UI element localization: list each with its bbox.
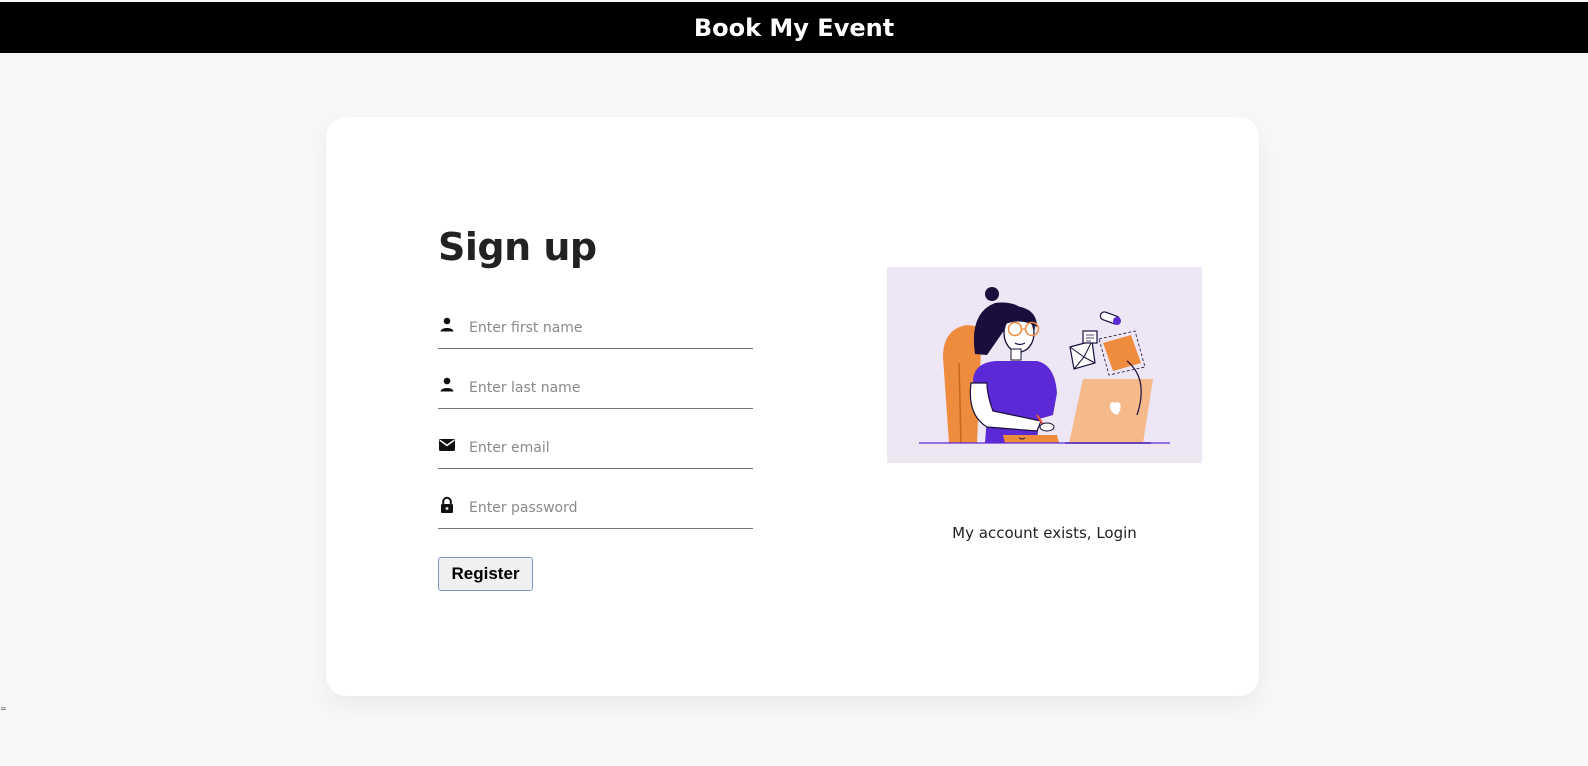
- email-field: [438, 430, 753, 469]
- first-name-field: [438, 310, 753, 349]
- envelope-icon: [439, 439, 455, 451]
- register-button[interactable]: Register: [438, 557, 533, 591]
- login-link[interactable]: My account exists, Login: [887, 524, 1202, 542]
- password-input[interactable]: [469, 496, 749, 520]
- first-name-input[interactable]: [469, 316, 749, 340]
- app-header: Book My Event: [0, 2, 1588, 53]
- last-name-field: [438, 370, 753, 409]
- password-field: [438, 490, 753, 529]
- signup-card: Sign up Register: [326, 117, 1259, 696]
- edge-mark: =: [0, 704, 7, 713]
- app-title: Book My Event: [693, 13, 895, 42]
- person-icon: [440, 317, 454, 332]
- signup-illustration: [887, 267, 1202, 463]
- lock-icon: [441, 496, 453, 513]
- person-icon: [440, 377, 454, 392]
- last-name-input[interactable]: [469, 376, 749, 400]
- email-input[interactable]: [469, 436, 749, 460]
- page-title: Sign up: [438, 225, 597, 269]
